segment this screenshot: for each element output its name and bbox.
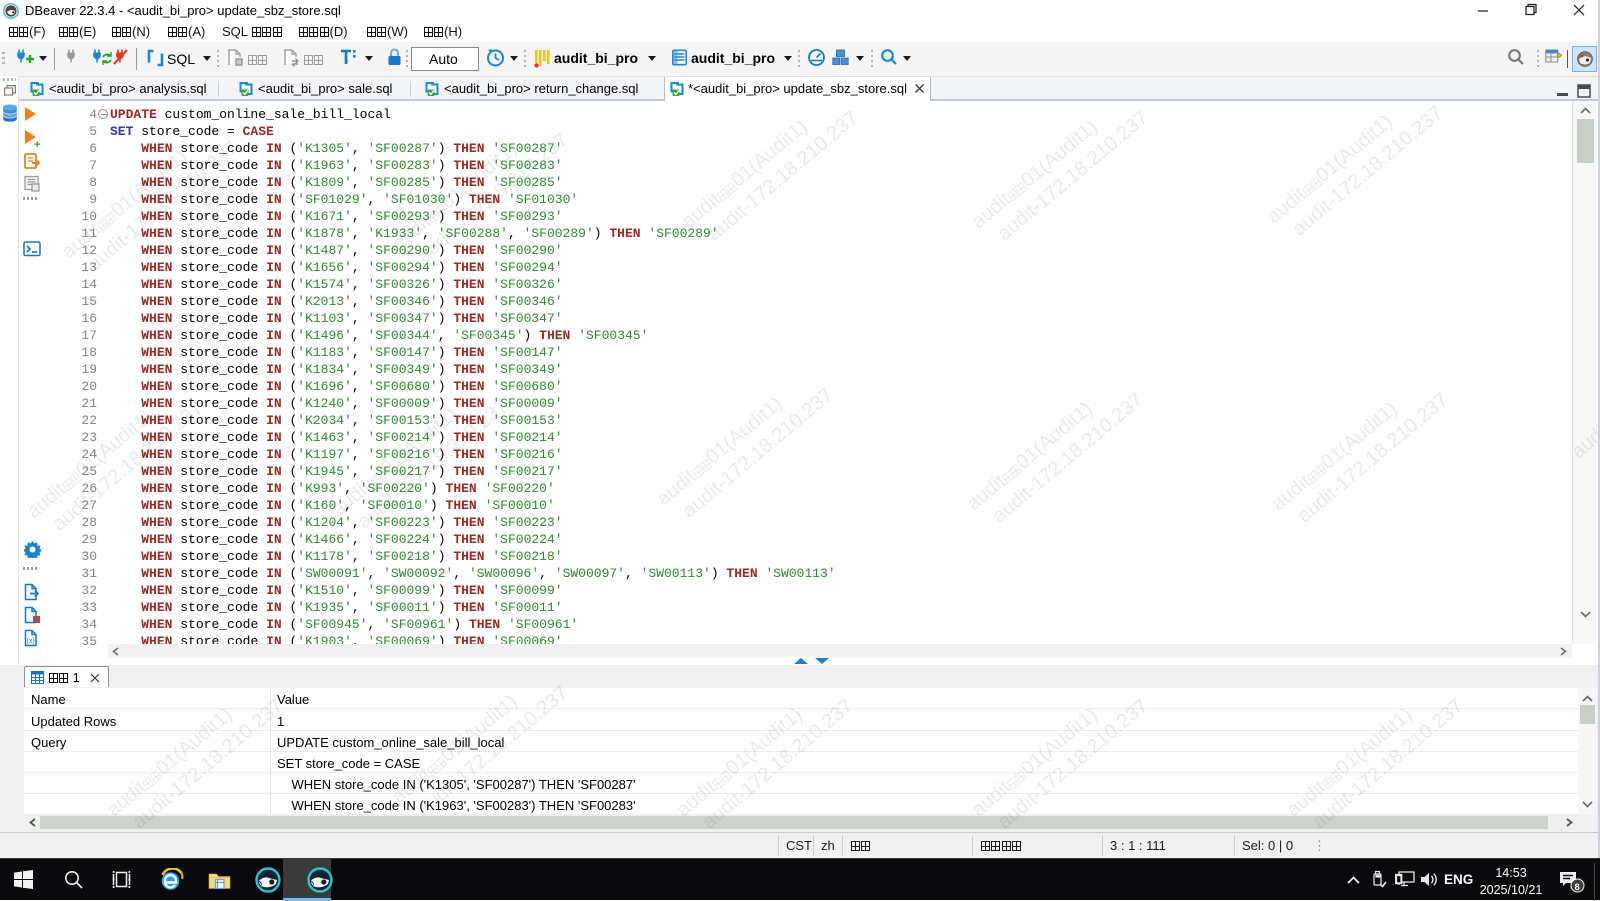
svg-text:!: ! bbox=[35, 618, 37, 624]
svg-text:8: 8 bbox=[1575, 882, 1580, 893]
svg-text:(x): (x) bbox=[27, 638, 35, 645]
